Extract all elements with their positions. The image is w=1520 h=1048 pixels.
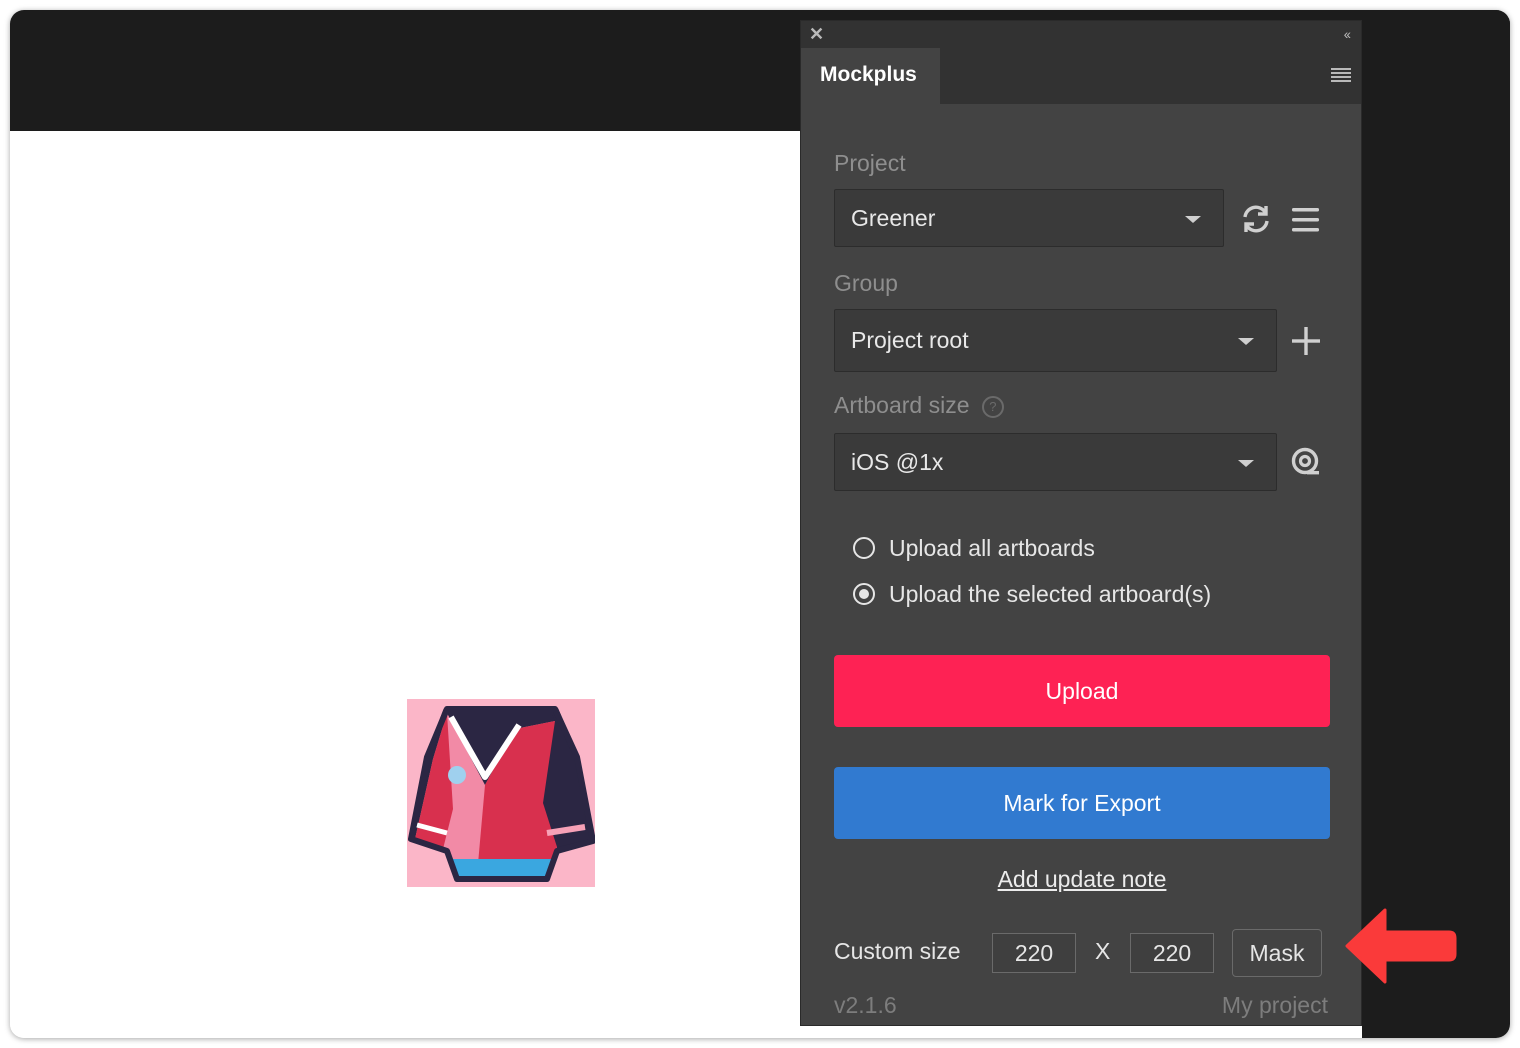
annotation-arrow-icon <box>1345 908 1457 991</box>
artboard-size-dropdown[interactable]: iOS @1x <box>834 433 1277 491</box>
jacket-illustration <box>408 706 595 882</box>
target-icon[interactable] <box>1291 447 1321 482</box>
tab-mockplus[interactable]: Mockplus <box>801 48 940 104</box>
panel-tabbar: Mockplus <box>801 48 1361 104</box>
upload-button[interactable]: Upload <box>834 655 1330 727</box>
double-chevron-left-icon[interactable]: ‹‹ <box>1344 24 1351 44</box>
panel-header: ✕ ‹‹ <box>801 21 1361 48</box>
radio-upload-selected-label: Upload the selected artboard(s) <box>889 581 1212 607</box>
group-label: Group <box>834 270 898 296</box>
project-selected: Greener <box>851 205 936 231</box>
chevron-down-icon <box>1238 460 1254 467</box>
custom-width-input[interactable]: 220 <box>992 933 1076 973</box>
radio-button[interactable] <box>853 537 875 559</box>
custom-height-input[interactable]: 220 <box>1130 933 1214 973</box>
mask-button[interactable]: Mask <box>1232 929 1322 977</box>
custom-size-label: Custom size <box>834 938 961 964</box>
size-separator: X <box>1095 938 1111 964</box>
artboard-size-label: Artboard size ? <box>834 392 1004 419</box>
close-icon[interactable]: ✕ <box>809 24 827 44</box>
chevron-down-icon <box>1238 338 1254 345</box>
mark-for-export-button[interactable]: Mark for Export <box>834 767 1330 839</box>
add-update-note-link[interactable]: Add update note <box>801 866 1363 893</box>
group-dropdown[interactable]: Project root <box>834 309 1277 372</box>
radio-upload-all-label: Upload all artboards <box>889 535 1095 561</box>
canvas[interactable] <box>10 131 800 1038</box>
panel-menu-icon[interactable] <box>1331 68 1351 82</box>
chevron-down-icon <box>1185 216 1201 223</box>
right-dark-strip <box>1362 10 1510 1038</box>
mockplus-panel: ✕ ‹‹ Mockplus Project Greener Group Proj… <box>800 20 1362 1026</box>
project-label: Project <box>834 150 906 176</box>
app-window: ✕ ‹‹ Mockplus Project Greener Group Proj… <box>10 10 1510 1038</box>
refresh-icon[interactable] <box>1241 204 1271 239</box>
group-selected: Project root <box>851 327 969 353</box>
my-project-link[interactable]: My project <box>1222 992 1328 1019</box>
artboard-size-selected: iOS @1x <box>851 449 944 475</box>
artboard-size-label-text: Artboard size <box>834 392 970 418</box>
radio-button-checked[interactable] <box>853 583 875 605</box>
artboard-jacket-icon[interactable] <box>407 699 595 887</box>
help-circle-icon[interactable]: ? <box>981 396 1004 418</box>
plus-icon[interactable] <box>1291 326 1321 361</box>
project-dropdown[interactable]: Greener <box>834 189 1224 247</box>
version-label: v2.1.6 <box>834 992 897 1018</box>
list-icon[interactable] <box>1291 206 1321 239</box>
